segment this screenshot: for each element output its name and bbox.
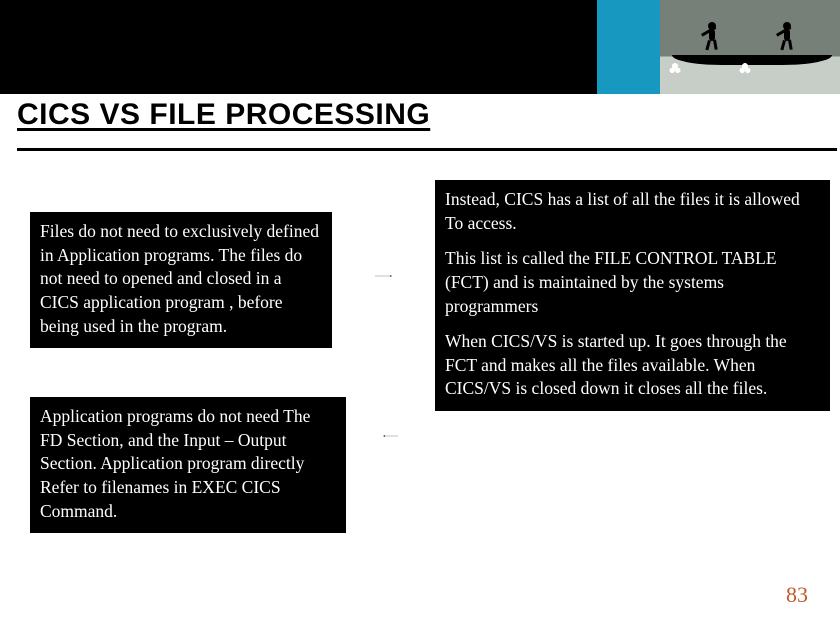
paragraph: Application programs do not need The FD … [40,405,336,523]
paragraph: Instead, CICS has a list of all the file… [445,188,820,235]
rower-silhouette-icon [695,20,729,54]
splash-icon [668,62,682,76]
paragraph: Files do not need to exclusively defined… [40,220,322,338]
slide: CICS VS FILE PROCESSING Files do not nee… [0,0,840,630]
title-row: CICS VS FILE PROCESSING [0,94,840,149]
arrow-right-icon [332,275,435,277]
title-underline [17,148,837,151]
text-box-right: Instead, CICS has a list of all the file… [435,180,830,411]
rower-silhouette-icon [770,20,804,54]
arrow-left-icon [346,435,435,437]
text-box-left-top: Files do not need to exclusively defined… [30,212,332,348]
paragraph: When CICS/VS is started up. It goes thro… [445,330,820,401]
header-photo-rowers [660,0,840,94]
header-bar [0,0,840,94]
header-black-panel [0,0,597,94]
splash-icon [738,62,752,76]
page-number: 83 [786,582,808,608]
boat-icon [672,55,832,65]
paragraph: This list is called the FILE CONTROL TAB… [445,247,820,318]
slide-title: CICS VS FILE PROCESSING [17,98,430,132]
text-box-left-bottom: Application programs do not need The FD … [30,397,346,533]
